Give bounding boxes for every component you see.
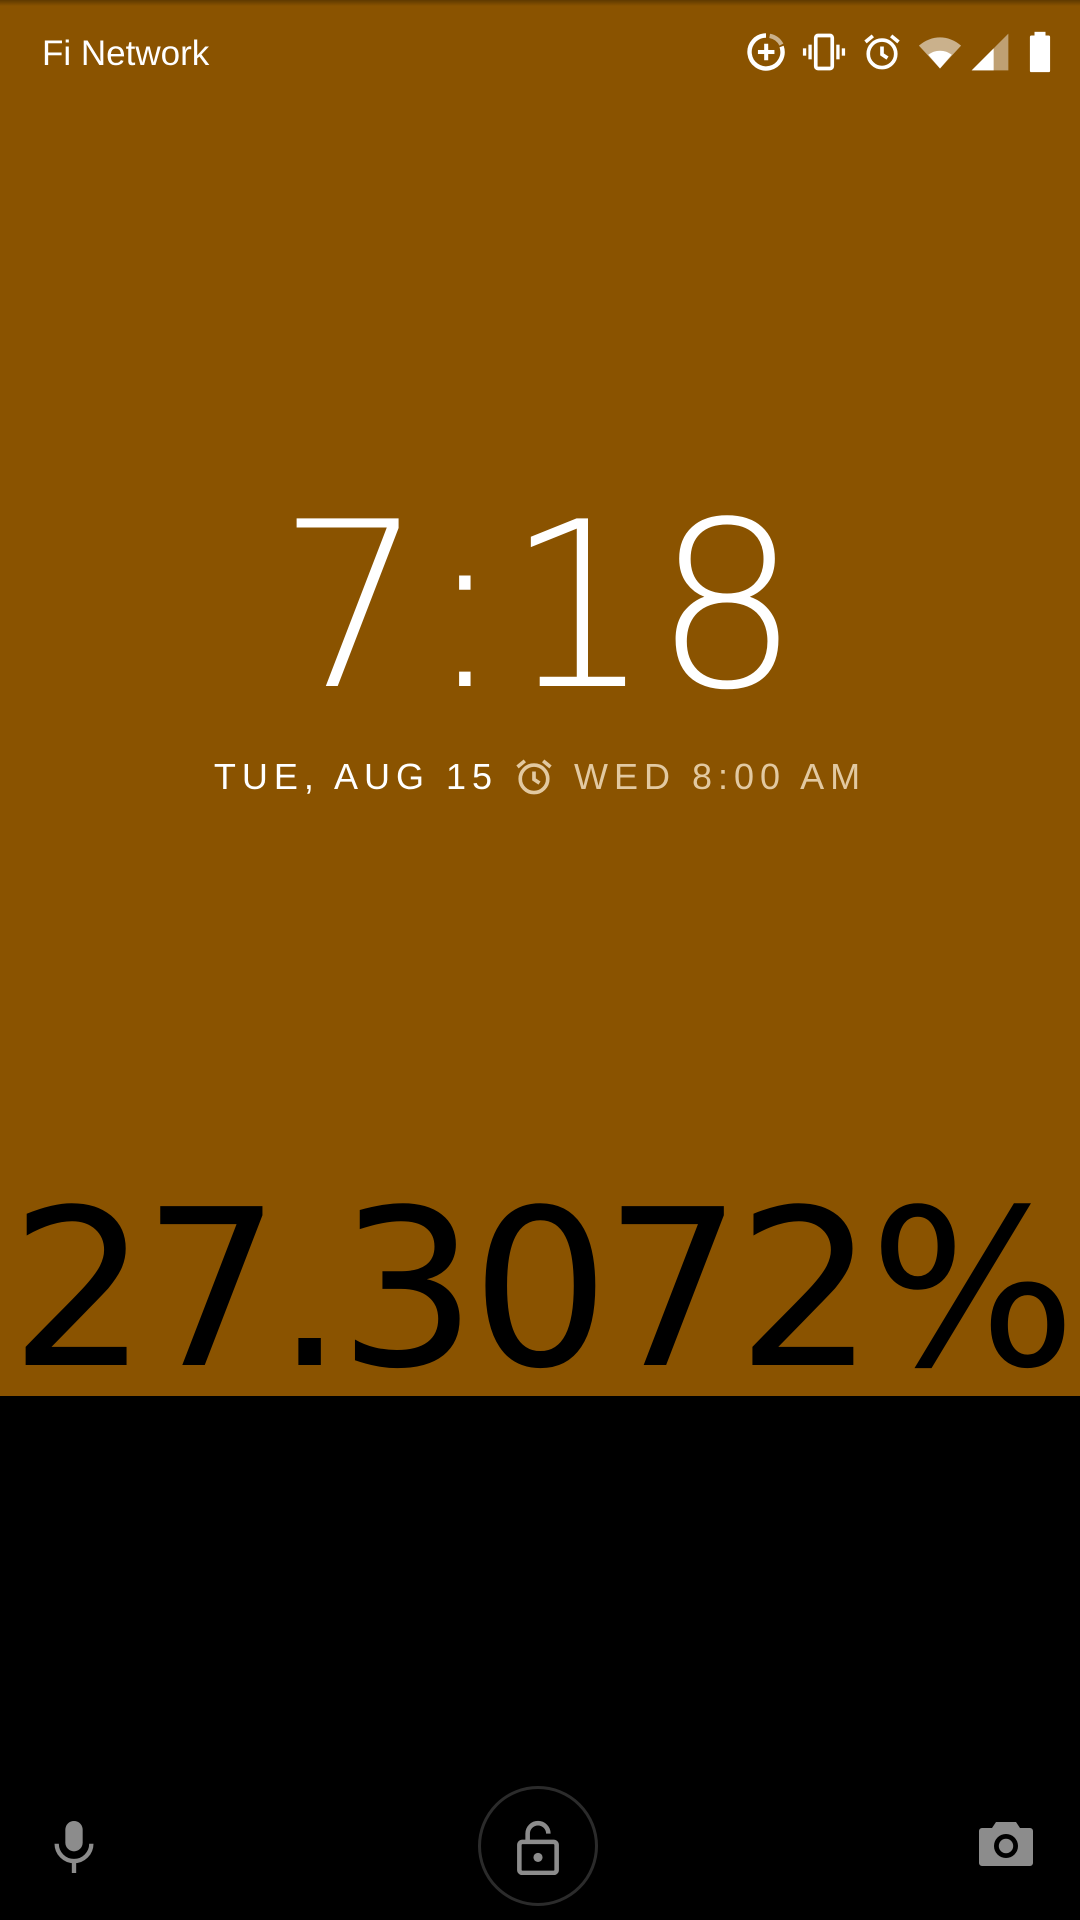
unlock-button[interactable] <box>478 1786 598 1906</box>
data-saver-icon <box>744 30 788 74</box>
battery-percentage-overlay: 27.3072% <box>9 1164 1077 1417</box>
date-and-alarm-row: TUE, AUG 15 WED 8:00 AM <box>0 752 1080 802</box>
microphone-icon[interactable] <box>48 1818 100 1876</box>
lockscreen-date: TUE, AUG 15 <box>213 756 498 797</box>
wifi-icon <box>918 30 962 74</box>
unlock-icon <box>513 1817 563 1875</box>
cell-signal-icon <box>968 30 1012 74</box>
status-bar: Fi Network <box>0 0 1080 108</box>
camera-icon[interactable] <box>978 1818 1034 1868</box>
carrier-name: Fi Network <box>42 34 210 73</box>
battery-icon <box>1018 30 1062 74</box>
lockscreen-clock: 7:18 <box>277 474 803 741</box>
alarm-icon <box>860 30 904 74</box>
lock-screen: Fi Network 7:18 TUE, AUG 15 WED 8:00 AM … <box>0 0 1080 1920</box>
next-alarm-icon <box>512 755 556 799</box>
vibrate-icon <box>802 30 846 74</box>
next-alarm-time: WED 8:00 AM <box>574 756 867 797</box>
